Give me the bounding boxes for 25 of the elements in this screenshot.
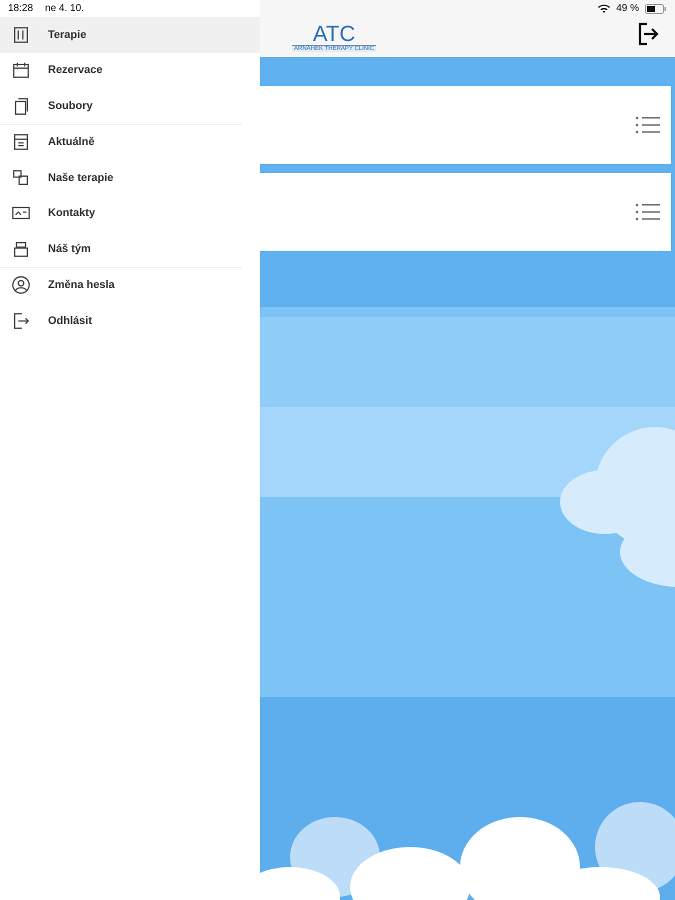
list-icon — [635, 115, 661, 135]
menu-icon — [11, 275, 31, 296]
menu-item[interactable]: Odhlásit — [0, 303, 260, 338]
status-time: 18:28 — [8, 3, 34, 14]
menu-item[interactable]: Aktuálně — [0, 124, 260, 160]
battery-percent: 49 % — [616, 3, 639, 14]
menu-icon — [11, 132, 31, 152]
list-icon — [635, 202, 661, 222]
list-card[interactable] — [260, 173, 671, 251]
menu-item[interactable]: Náš tým — [0, 231, 260, 266]
menu-item[interactable]: Kontakty — [0, 196, 260, 231]
wifi-icon — [598, 4, 610, 13]
battery-icon — [645, 4, 667, 14]
status-date: ne 4. 10. — [45, 3, 84, 14]
menu-item[interactable]: Rezervace — [0, 52, 260, 88]
menu-icon — [11, 24, 31, 45]
menu-item[interactable]: Terapie — [0, 17, 260, 52]
menu-item[interactable]: Soubory — [0, 88, 260, 124]
menu-icon — [11, 168, 31, 188]
menu-item[interactable]: Změna hesla — [0, 268, 260, 303]
menu-icon — [11, 60, 31, 80]
menu-icon — [11, 310, 31, 331]
logout-icon[interactable] — [637, 22, 659, 46]
menu-item[interactable]: Naše terapie — [0, 160, 260, 196]
list-card[interactable] — [260, 86, 671, 164]
